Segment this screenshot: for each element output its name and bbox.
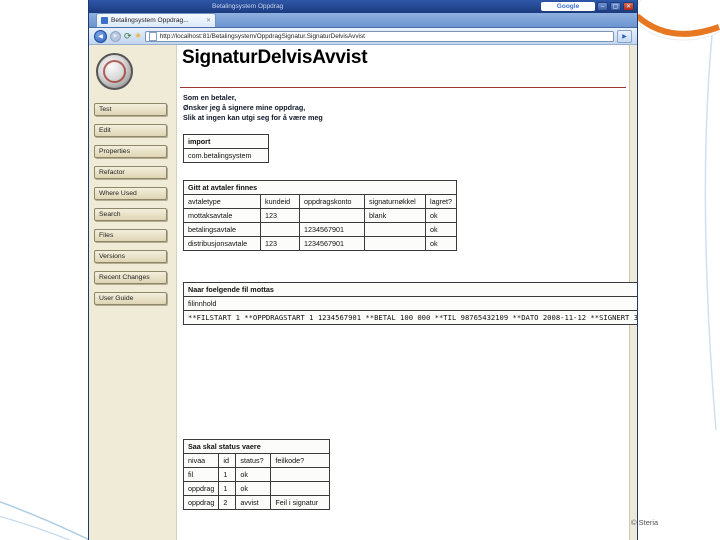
address-bar[interactable]: http://localhost:81/Betalingsystem/Oppdr… — [144, 30, 614, 42]
table-cell: oppdrag — [182, 495, 220, 510]
table-title: Saa skal status vaere — [182, 439, 331, 454]
google-search-box[interactable]: Google — [541, 2, 595, 11]
table-cell: oppdrag — [182, 481, 220, 496]
minimize-button[interactable]: – — [597, 2, 608, 11]
table-cell: betalingsavtale — [183, 222, 261, 237]
tab-close-icon[interactable]: ✕ — [206, 17, 211, 24]
page-favicon-icon — [101, 17, 108, 24]
presentation-slide: © Steria Betalingsystem Oppdrag Google –… — [0, 0, 720, 540]
table-cell: ok — [235, 467, 272, 482]
fitnesse-logo — [96, 53, 133, 90]
table-cell — [299, 208, 365, 223]
column-header: avtaletype — [183, 194, 261, 209]
column-header: feilkode? — [270, 453, 331, 468]
sidebar-button-user-guide[interactable]: User Guide — [94, 292, 167, 305]
browser-titlebar: Betalingsystem Oppdrag Google – ▢ ✕ — [89, 0, 637, 13]
table-cell: ok — [425, 208, 457, 223]
tab-label: Betalingsystem Oppdrag... — [111, 17, 189, 24]
story-line: Ønsker jeg å signere mine oppdrag, — [183, 103, 306, 112]
table-cell: blank — [364, 208, 426, 223]
import-table: import com.betalingsystem — [183, 134, 269, 163]
favorites-star-icon[interactable]: ★ — [135, 32, 142, 40]
fil-table: Naar foelgende fil mottas filinnhold kun… — [183, 282, 637, 325]
table-cell — [364, 222, 426, 237]
sidebar-button-files[interactable]: Files — [94, 229, 167, 242]
fitnesse-sidebar: Test Edit Properties Refactor Where Used… — [89, 45, 177, 540]
table-cell: avvist — [235, 495, 272, 510]
sidebar-button-test[interactable]: Test — [94, 103, 167, 116]
page-title: SignaturDelvisAvvist — [182, 47, 368, 68]
column-header: status? — [235, 453, 272, 468]
title-rule — [180, 87, 626, 88]
column-header: signaturnøkkel — [364, 194, 426, 209]
table-cell: 1234567901 — [299, 222, 365, 237]
copyright-text: © Steria — [631, 518, 659, 527]
back-button[interactable]: ◀ — [94, 29, 107, 43]
google-logo: Google — [556, 3, 580, 10]
story-text: Som en betaler, Ønsker jeg å signere min… — [183, 93, 323, 123]
tab-betalingsystem[interactable]: Betalingsystem Oppdrag... ✕ — [96, 13, 216, 27]
sidebar-button-edit[interactable]: Edit — [94, 124, 167, 137]
story-line: Slik at ingen kan utgi seg for å være me… — [183, 113, 323, 122]
column-header: oppdragskonto — [299, 194, 365, 209]
window-title: Betalingsystem Oppdrag — [212, 3, 284, 10]
table-cell — [270, 467, 331, 482]
table-cell: fil — [182, 467, 220, 482]
table-cell — [270, 481, 331, 496]
forward-button[interactable]: ▶ — [110, 30, 121, 42]
table-cell: com.betalingsystem — [183, 148, 269, 163]
table-cell: import — [183, 134, 269, 149]
column-header: lagret? — [425, 194, 457, 209]
table-cell — [364, 236, 426, 251]
url-text: http://localhost:81/Betalingsystem/Oppdr… — [159, 32, 365, 40]
table-cell: 1234567901 — [299, 236, 365, 251]
sidebar-button-versions[interactable]: Versions — [94, 250, 167, 263]
fitnesse-page: Test Edit Properties Refactor Where Used… — [89, 45, 637, 540]
sidebar-button-recent-changes[interactable]: Recent Changes — [94, 271, 167, 284]
navigation-bar: ◀ ▶ ⟳ ★ http://localhost:81/Betalingsyst… — [89, 28, 637, 45]
file-content-cell: **FILSTART 1 **OPPDRAGSTART 1 1234567901… — [183, 310, 637, 325]
table-title: Naar foelgende fil mottas — [183, 282, 637, 297]
column-header: filinnhold — [183, 296, 637, 311]
main-area: SignaturDelvisAvvist Som en betaler, Øns… — [178, 45, 637, 540]
sidebar-button-refactor[interactable]: Refactor — [94, 166, 167, 179]
sidebar-button-where-used[interactable]: Where Used — [94, 187, 167, 200]
close-button[interactable]: ✕ — [623, 2, 634, 11]
column-header: kundeid — [260, 194, 300, 209]
table-cell: distribusjonsavtale — [183, 236, 261, 251]
story-line: Som en betaler, — [183, 93, 237, 102]
table-cell — [260, 222, 300, 237]
column-header: nivaa — [182, 453, 220, 468]
table-cell: 1 — [218, 481, 237, 496]
page-icon — [148, 31, 157, 41]
maximize-button[interactable]: ▢ — [610, 2, 621, 11]
tab-strip: Betalingsystem Oppdrag... ✕ — [89, 13, 637, 28]
table-cell: 1 — [218, 467, 237, 482]
table-cell: Feil i signatur — [270, 495, 331, 510]
table-cell: 2 — [218, 495, 237, 510]
column-header: id — [218, 453, 237, 468]
table-cell: mottaksavtale — [183, 208, 261, 223]
sidebar-button-properties[interactable]: Properties — [94, 145, 167, 158]
status-table: Saa skal status vaere nivaa id status? f… — [182, 439, 331, 510]
refresh-icon[interactable]: ⟳ — [124, 31, 132, 41]
table-cell: ok — [425, 222, 457, 237]
table-cell: ok — [235, 481, 272, 496]
go-button[interactable]: ▶ — [617, 29, 632, 43]
avtaler-table: Gitt at avtaler finnes avtaletype kundei… — [183, 180, 457, 251]
browser-window: Betalingsystem Oppdrag Google – ▢ ✕ Beta… — [88, 0, 638, 540]
table-cell: 123 — [260, 236, 300, 251]
table-cell: 123 — [260, 208, 300, 223]
sidebar-button-search[interactable]: Search — [94, 208, 167, 221]
table-cell: ok — [425, 236, 457, 251]
table-title: Gitt at avtaler finnes — [183, 180, 457, 195]
